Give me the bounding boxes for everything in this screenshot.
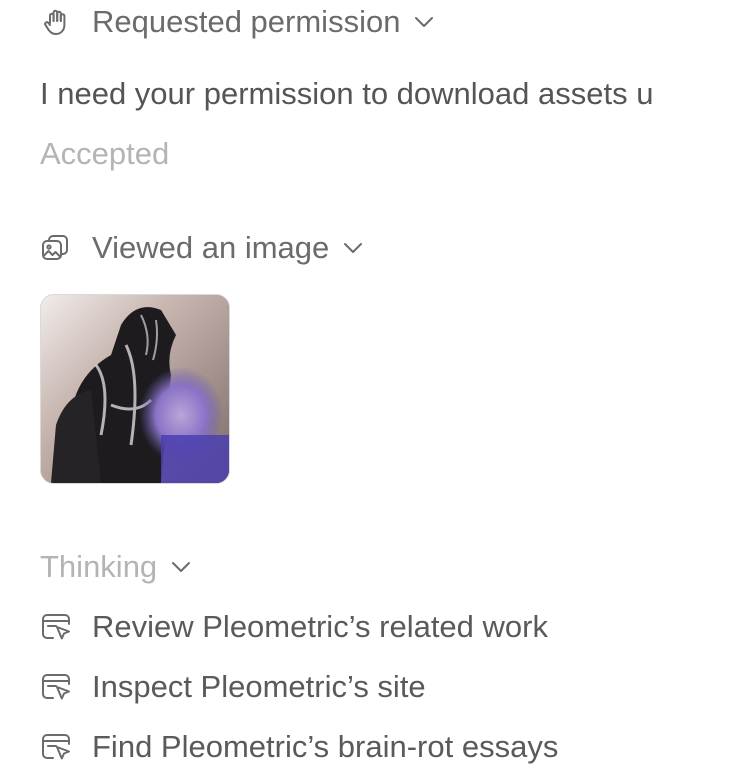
thinking-task[interactable]: Find Pleometric’s brain-rot essays <box>40 727 558 767</box>
thinking-task[interactable]: Inspect Pleometric’s site <box>40 667 426 707</box>
browser-cursor-icon <box>40 669 76 705</box>
thinking-title: Thinking <box>40 549 158 584</box>
image-step-title: Viewed an image <box>92 230 330 265</box>
chevron-down-icon[interactable] <box>171 561 191 573</box>
chevron-down-icon[interactable] <box>414 16 434 28</box>
image-icon <box>40 230 76 266</box>
chevron-down-icon[interactable] <box>343 242 363 254</box>
thinking-task[interactable]: Review Pleometric’s related work <box>40 607 548 647</box>
thinking-header[interactable]: Thinking <box>40 547 191 587</box>
permission-step-header[interactable]: Requested permission <box>40 2 434 42</box>
thinking-task-label: Inspect Pleometric’s site <box>92 669 426 704</box>
thinking-task-label: Find Pleometric’s brain-rot essays <box>92 729 559 764</box>
permission-status-text: Accepted <box>40 136 170 171</box>
image-thumbnail[interactable] <box>40 294 230 484</box>
hand-icon <box>40 4 76 40</box>
thinking-task-label: Review Pleometric’s related work <box>92 609 548 644</box>
image-step-header[interactable]: Viewed an image <box>40 228 363 268</box>
browser-cursor-icon <box>40 729 76 765</box>
browser-cursor-icon <box>40 609 76 645</box>
permission-message-text: I need your permission to download asset… <box>40 76 654 111</box>
permission-status: Accepted <box>40 134 169 174</box>
permission-message: I need your permission to download asset… <box>40 74 734 114</box>
permission-step-title: Requested permission <box>92 4 401 39</box>
